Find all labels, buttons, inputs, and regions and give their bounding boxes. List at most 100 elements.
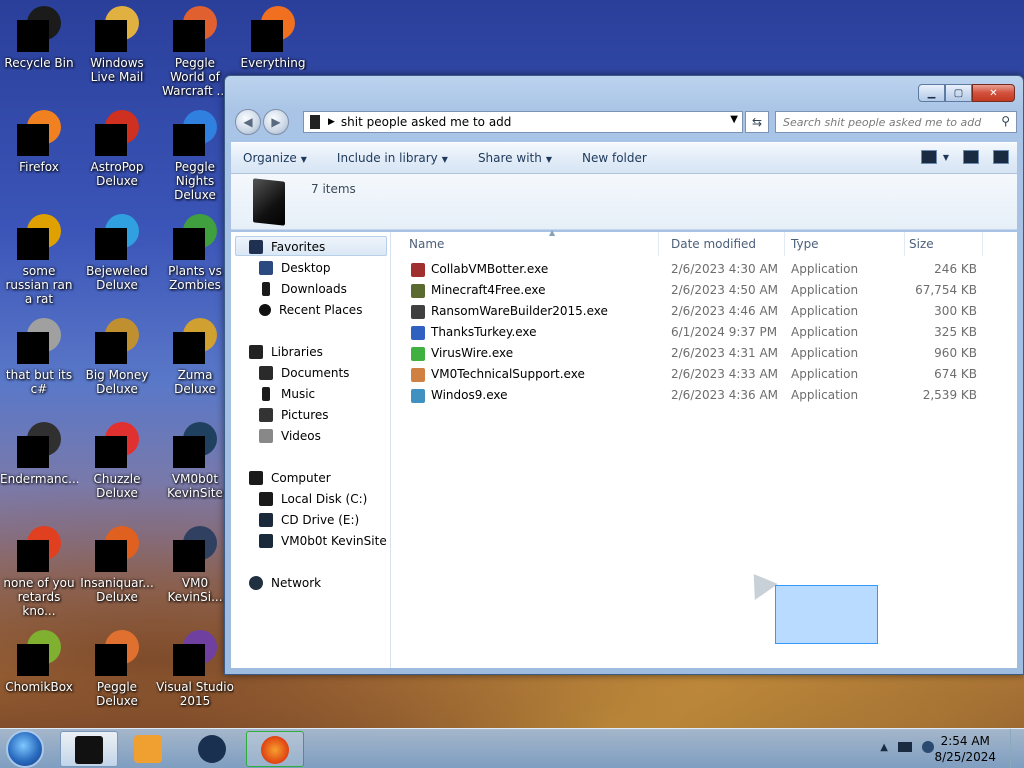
nav-pictures[interactable]: Pictures: [259, 405, 329, 425]
app-icon: [173, 110, 217, 156]
desktop-icon[interactable]: that but its c#: [0, 314, 78, 410]
desktop-icon-label: AstroPop Deluxe: [90, 160, 144, 188]
change-view-button[interactable]: ▼: [920, 150, 949, 164]
search-input[interactable]: Search shit people asked me to add ⚲: [775, 111, 1017, 133]
desktop-icon[interactable]: Plants vs Zombies: [156, 210, 234, 306]
desktop-icon[interactable]: Zuma Deluxe: [156, 314, 234, 410]
desktop-icon[interactable]: Endermanc...: [0, 418, 78, 514]
nav-cd-drive[interactable]: CD Drive (E:): [259, 510, 359, 530]
forward-button[interactable]: ▶: [263, 109, 289, 135]
nav-documents[interactable]: Documents: [259, 363, 349, 383]
nav-vm0b0t-site[interactable]: VM0b0t KevinSite: [259, 531, 387, 551]
desktop-icon[interactable]: Recycle Bin: [0, 2, 78, 98]
network-status-icon[interactable]: [898, 742, 912, 752]
desktop-icon[interactable]: none of you retards kno...: [0, 522, 78, 618]
clock-time: 2:54 AM: [940, 734, 990, 748]
file-row[interactable]: Windos9.exe 2/6/2023 4:36 AM Application 2,…: [391, 385, 1011, 406]
include-in-library-button[interactable]: Include in library ▼: [337, 151, 448, 165]
desktop-icon[interactable]: Peggle Deluxe: [78, 626, 156, 722]
system-tray: ▲: [880, 741, 934, 753]
taskbar-clock[interactable]: 2:54 AM 8/25/2024: [934, 733, 996, 765]
nav-computer[interactable]: Computer: [249, 468, 331, 488]
forward-arrow-icon: ▶: [271, 115, 281, 129]
desktop-icon[interactable]: ChomikBox: [0, 626, 78, 722]
taskbar-firefox-button[interactable]: [246, 731, 304, 767]
desktop-icon[interactable]: Peggle World of Warcraft ...: [156, 2, 234, 98]
computer-icon: [249, 471, 263, 485]
file-list: Name ▲ Date modified Type Size CollabVMBo…: [391, 228, 1017, 668]
app-icon: [95, 630, 139, 676]
back-button[interactable]: ◀: [235, 109, 261, 135]
app-icon: [173, 630, 217, 676]
organize-label: Organize: [243, 151, 297, 165]
nav-local-disk[interactable]: Local Disk (C:): [259, 489, 367, 509]
desktop-icon-label: that but its c#: [5, 368, 73, 396]
firefox-icon: [261, 736, 289, 764]
network-drive-icon: [259, 534, 273, 548]
desktop-icon[interactable]: Insaniquar... Deluxe: [78, 522, 156, 618]
taskbar-app-button[interactable]: [184, 731, 242, 767]
file-row[interactable]: CollabVMBotter.exe 2/6/2023 4:30 AM Applic…: [391, 259, 1011, 280]
file-row[interactable]: VirusWire.exe 2/6/2023 4:31 AM Application…: [391, 343, 1011, 364]
show-hidden-icons-icon[interactable]: ▲: [880, 742, 888, 753]
desktop-icon[interactable]: Chuzzle Deluxe: [78, 418, 156, 514]
taskbar-explorer-button[interactable]: [60, 731, 118, 767]
column-header-size[interactable]: Size: [905, 232, 983, 256]
preview-pane-button[interactable]: [963, 150, 979, 164]
file-date: 2/6/2023 4:46 AM: [671, 304, 779, 318]
column-header-name[interactable]: Name ▲: [409, 228, 659, 256]
nav-network[interactable]: Network: [249, 573, 321, 593]
minimize-button[interactable]: ▁: [918, 84, 945, 102]
share-with-button[interactable]: Share with ▼: [478, 151, 552, 165]
music-icon: [262, 387, 270, 401]
search-icon[interactable]: ⚲: [1001, 114, 1010, 128]
desktop-icon-label: Visual Studio 2015: [156, 680, 234, 708]
desktop-icon[interactable]: Visual Studio 2015: [156, 626, 234, 722]
desktop-icon[interactable]: Big Money Deluxe: [78, 314, 156, 410]
nav-favorites[interactable]: Favorites: [249, 237, 325, 257]
desktop-icon[interactable]: Windows Live Mail: [78, 2, 156, 98]
nav-label: Libraries: [271, 345, 323, 359]
nav-label: Computer: [271, 471, 331, 485]
new-folder-button[interactable]: New folder: [582, 151, 647, 165]
desktop-icon[interactable]: VM0 KevinSi...: [156, 522, 234, 618]
nav-music[interactable]: Music: [259, 384, 315, 404]
organize-button[interactable]: Organize ▼: [243, 151, 307, 165]
address-dropdown-icon[interactable]: ▼: [730, 114, 738, 125]
show-desktop-button[interactable]: [1010, 729, 1024, 768]
desktop-icon[interactable]: some russian ran a rat: [0, 210, 78, 306]
nav-downloads[interactable]: Downloads: [259, 279, 347, 299]
file-row[interactable]: Minecraft4Free.exe 2/6/2023 4:50 AM Applic…: [391, 280, 1011, 301]
file-row[interactable]: VM0TechnicalSupport.exe 2/6/2023 4:33 AM A…: [391, 364, 1011, 385]
desktop-icon[interactable]: Peggle Nights Deluxe: [156, 106, 234, 202]
start-button[interactable]: [6, 730, 44, 768]
address-bar[interactable]: ▶ shit people asked me to add ▼: [303, 111, 743, 133]
desktop-icon-label: Bejeweled Deluxe: [86, 264, 148, 292]
desktop-icon[interactable]: Firefox: [0, 106, 78, 202]
desktop-icon[interactable]: VM0b0t KevinSite: [156, 418, 234, 514]
breadcrumb-current-folder[interactable]: shit people asked me to add: [341, 115, 511, 129]
help-button[interactable]: [993, 150, 1009, 164]
desktop-icon-label: Firefox: [19, 160, 59, 174]
nav-recent-places[interactable]: Recent Places: [259, 300, 362, 320]
refresh-button[interactable]: ⇆: [745, 111, 769, 133]
breadcrumb-arrow-icon[interactable]: ▶: [328, 117, 335, 127]
column-header-date[interactable]: Date modified: [667, 232, 785, 256]
nav-libraries[interactable]: Libraries: [249, 342, 323, 362]
taskbar-media-player-button[interactable]: [120, 731, 178, 767]
column-header-type[interactable]: Type: [787, 232, 905, 256]
star-icon: [249, 240, 263, 254]
file-row[interactable]: RansomWareBuilder2015.exe 2/6/2023 4:46 A…: [391, 301, 1011, 322]
file-row[interactable]: ThanksTurkey.exe 6/1/2024 9:37 PM Applicat…: [391, 322, 1011, 343]
close-button[interactable]: ✕: [972, 84, 1015, 102]
volume-icon[interactable]: [922, 741, 934, 753]
media-player-icon: [134, 735, 162, 763]
nav-desktop[interactable]: Desktop: [259, 258, 331, 278]
maximize-button[interactable]: ▢: [945, 84, 972, 102]
app-icon: [95, 526, 139, 572]
explorer-window[interactable]: ▁ ▢ ✕ ◀ ▶ ▶ shit people asked me to add …: [224, 75, 1024, 675]
desktop-icon[interactable]: AstroPop Deluxe: [78, 106, 156, 202]
desktop-icon[interactable]: Bejeweled Deluxe: [78, 210, 156, 306]
nav-videos[interactable]: Videos: [259, 426, 321, 446]
desktop-icon-label: Big Money Deluxe: [85, 368, 149, 396]
